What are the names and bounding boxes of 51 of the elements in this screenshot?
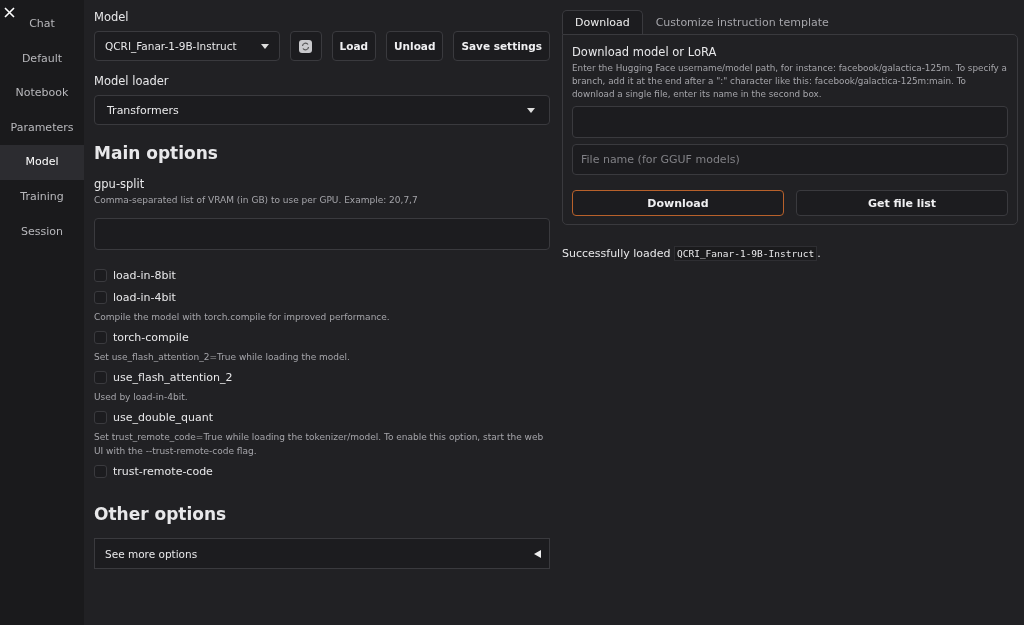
checkbox[interactable] [94,268,107,282]
model-path-field[interactable] [572,106,1008,138]
option-hint: Compile the model with torch.compile for improved performance. [94,311,391,324]
panel-title: Download model or LoRA [572,45,718,59]
panel-hint: Enter the Hugging Face username/model path, for instance: facebook/galactica-125m. To specify a branch, add it at the end after a ":" character like this: facebook/galactica-125m:main. To download a single file, enter its name in the second box. [572,62,1008,101]
status-message: Successfully loaded QCRI_Fanar-1-9B-Instruct . [562,247,822,260]
checkbox-label: use_double_quant [113,410,213,424]
action-button[interactable]: Load [331,31,377,61]
option-hint: Set use_flash_attention_2=True while loading the model. [94,351,351,364]
checkbox-label: torch-compile [113,330,189,344]
accordion-header[interactable]: See more options [94,538,550,569]
option-hint: Used by load-in-4bit. [94,391,189,404]
sidebar-tab[interactable]: Model [0,145,84,180]
checkbox[interactable] [94,330,107,344]
download-action-button[interactable]: Download [572,190,784,216]
tab[interactable]: Customize instruction template [642,10,842,34]
loader-dropdown[interactable]: Transformers [94,95,550,125]
checkbox-label: load-in-8bit [113,268,176,282]
download-action-button[interactable]: Get file list [796,190,1008,216]
tab[interactable]: Download [562,10,643,34]
sidebar-tab[interactable]: Notebook [0,76,84,111]
action-button[interactable]: Save settings [453,31,550,61]
field-label: gpu-split [94,177,146,191]
sidebar-tab[interactable]: Training [0,179,84,215]
section-heading: Main options [94,143,219,163]
sidebar-tab[interactable]: Default [0,41,84,77]
triangle-icon [534,549,541,558]
option-hint: Set trust_remote_code=True while loading the tokenizer/model. To enable this option, start the web UI with the --trust-remote-code flag. [94,431,545,458]
sidebar-tab[interactable]: Chat [0,7,84,42]
gpu-split-field[interactable] [94,218,550,250]
caret-icon [260,43,269,49]
section-heading: Other options [94,504,228,524]
file-name-field[interactable]: File name (for GGUF models) [572,144,1008,175]
checkbox-label: trust-remote-code [113,464,213,478]
field-label: Model loader [94,74,170,88]
field-label: Model [94,10,130,24]
refresh-icon [299,39,313,53]
checkbox[interactable] [94,464,107,478]
checkbox[interactable] [94,370,107,384]
field-hint: Comma-separated list of VRAM (in GB) to use per GPU. Example: 20,7,7 [94,194,419,207]
checkbox-label: load-in-4bit [113,290,176,304]
caret-icon [527,107,535,113]
refresh-button[interactable] [289,31,322,61]
checkbox[interactable] [94,290,107,304]
model-dropdown[interactable]: QCRI_Fanar-1-9B-Instruct [94,31,280,61]
sidebar-tab[interactable]: Parameters [0,110,84,146]
checkbox[interactable] [94,410,107,424]
close-icon[interactable] [4,7,15,18]
sidebar-tab[interactable]: Session [0,214,84,250]
checkbox-label: use_flash_attention_2 [113,370,233,384]
action-button[interactable]: Unload [386,31,444,61]
